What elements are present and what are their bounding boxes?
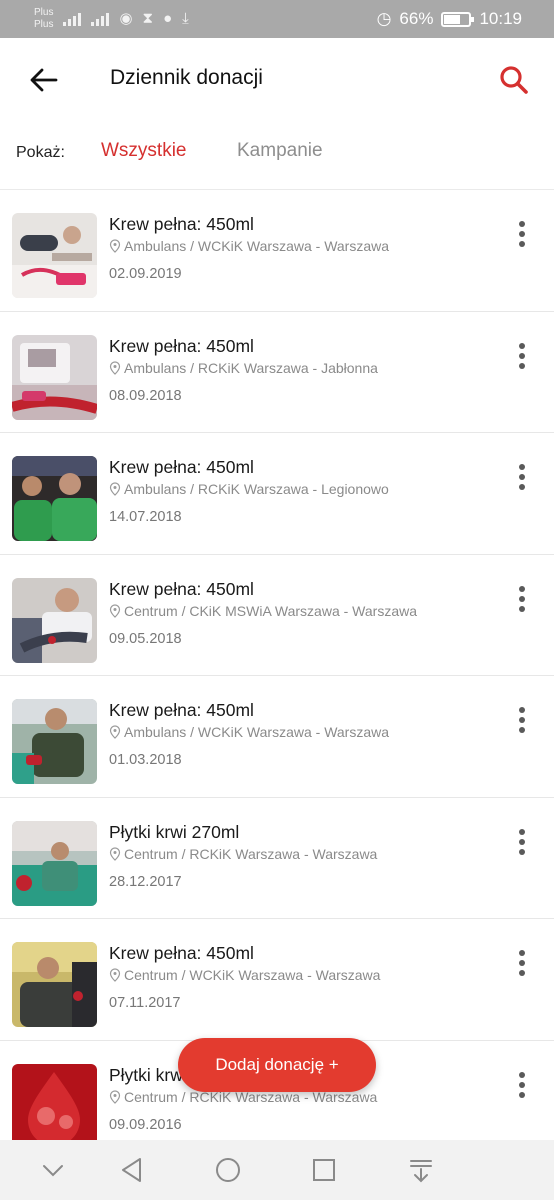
- list-item[interactable]: Krew pełna: 450ml Ambulans / RCKiK Warsz…: [0, 312, 554, 433]
- carrier-2: Plus: [34, 19, 54, 30]
- location-pin-icon: [109, 239, 121, 253]
- more-options-icon[interactable]: [512, 1070, 532, 1100]
- alarm-icon: ◷: [376, 9, 392, 28]
- donation-photo: [12, 820, 97, 906]
- donation-location: Centrum / WCKiK Warszawa - Warszawa: [109, 967, 380, 983]
- donation-location: Ambulans / WCKiK Warszawa - Warszawa: [109, 724, 389, 740]
- location-pin-icon: [109, 846, 121, 861]
- more-options-icon[interactable]: [512, 219, 532, 249]
- donation-photo: [12, 1063, 97, 1140]
- donation-date: 07.11.2017: [109, 995, 181, 1011]
- location-pin-icon: [109, 968, 121, 982]
- carrier-1: Plus: [34, 7, 54, 18]
- battery-percent: 66%: [399, 9, 434, 28]
- location-pin-icon: [109, 603, 121, 618]
- clock: 10:19: [479, 9, 522, 28]
- carrier-labels: Plus Plus: [34, 7, 53, 31]
- battery-icon: [441, 11, 475, 27]
- list-item[interactable]: Płytki krwi 270ml Centrum / RCKiK Warsza…: [0, 798, 554, 919]
- more-options-icon[interactable]: [512, 705, 532, 735]
- donation-photo: [12, 699, 97, 784]
- list-item[interactable]: Krew pełna: 450ml Ambulans / RCKiK Warsz…: [0, 433, 554, 555]
- donation-photo: [12, 577, 97, 663]
- more-options-icon[interactable]: [512, 584, 532, 614]
- donation-list: Krew pełna: 450ml Ambulans / WCKiK Warsz…: [0, 190, 554, 1140]
- recents-square-icon[interactable]: [308, 1154, 340, 1186]
- donation-date: 02.09.2019: [109, 266, 182, 282]
- location-text: Ambulans / RCKiK Warszawa - Legionowo: [124, 481, 389, 497]
- back-triangle-icon[interactable]: [116, 1154, 148, 1186]
- more-options-icon[interactable]: [512, 462, 532, 492]
- donation-date: 14.07.2018: [109, 509, 182, 525]
- donation-photo: [12, 213, 97, 298]
- arrow-left-icon[interactable]: [26, 62, 62, 98]
- location-pin-icon: [109, 482, 121, 496]
- list-item[interactable]: Krew pełna: 450ml Ambulans / WCKiK Warsz…: [0, 190, 554, 312]
- location-pin-icon: [109, 1089, 121, 1104]
- donation-type: Krew pełna: 450ml: [109, 943, 254, 963]
- donation-type: Krew pełna: 450ml: [109, 457, 254, 477]
- home-circle-icon[interactable]: [212, 1154, 244, 1186]
- more-options-icon[interactable]: [512, 827, 532, 857]
- messenger-icon: ●: [163, 10, 173, 27]
- location-text: Centrum / RCKiK Warszawa - Warszawa: [124, 845, 378, 862]
- search-icon[interactable]: [496, 62, 532, 98]
- donation-type: Krew pełna: 450ml: [109, 700, 254, 720]
- app-bar: Dziennik donacji: [0, 38, 554, 122]
- hourglass-icon: ⧗: [142, 10, 154, 27]
- location-text: Centrum / CKiK MSWiA Warszawa - Warszawa: [124, 602, 418, 619]
- donation-date: 09.09.2016: [109, 1116, 182, 1133]
- tab-all[interactable]: Wszystkie: [101, 140, 187, 162]
- donation-photo: [12, 456, 97, 541]
- page-title: Dziennik donacji: [110, 66, 263, 89]
- tab-campaigns[interactable]: Kampanie: [237, 140, 323, 162]
- more-options-icon[interactable]: [512, 341, 532, 371]
- donation-type: Krew pełna: 450ml: [109, 578, 254, 599]
- status-bar: Plus Plus ◉ ⧗ ● ⤓ ◷ 66% 10:19: [0, 0, 554, 38]
- location-text: Ambulans / WCKiK Warszawa - Warszawa: [124, 238, 390, 254]
- donation-location: Ambulans / RCKiK Warszawa - Jabłonna: [109, 360, 378, 376]
- location-pin-icon: [109, 360, 121, 375]
- donation-type: Płytki krwi 270ml: [109, 821, 240, 842]
- download-icon: ⤓: [182, 10, 189, 27]
- filter-bar: Pokaż: Wszystkie Kampanie: [0, 122, 554, 190]
- location-text: Ambulans / RCKiK Warszawa - Jabłonna: [124, 359, 378, 376]
- donation-date: 28.12.2017: [109, 873, 182, 890]
- donation-location: Ambulans / RCKiK Warszawa - Legionowo: [109, 481, 389, 497]
- add-donation-button[interactable]: Dodaj donację +: [178, 1038, 376, 1092]
- more-options-icon[interactable]: [512, 948, 532, 978]
- donation-photo: [12, 942, 97, 1027]
- system-nav-bar: [0, 1140, 554, 1200]
- donation-type: Krew pełna: 450ml: [109, 335, 254, 356]
- donation-location: Ambulans / WCKiK Warszawa - Warszawa: [109, 238, 389, 254]
- donation-location: Centrum / RCKiK Warszawa - Warszawa: [109, 846, 377, 862]
- filter-label: Pokaż:: [16, 144, 65, 161]
- list-item[interactable]: Krew pełna: 450ml Ambulans / WCKiK Warsz…: [0, 676, 554, 798]
- location-pin-icon: [109, 725, 121, 739]
- status-right: ◷ 66% 10:19: [377, 0, 522, 38]
- donation-location: Centrum / CKiK MSWiA Warszawa - Warszawa: [109, 603, 417, 619]
- location-text: Ambulans / WCKiK Warszawa - Warszawa: [124, 724, 390, 740]
- donation-type: Krew pełna: 450ml: [109, 214, 254, 234]
- status-left: Plus Plus ◉ ⧗ ● ⤓: [34, 4, 189, 34]
- signal-icon: [63, 12, 82, 26]
- donation-photo: [12, 334, 97, 420]
- donation-date: 01.03.2018: [109, 752, 182, 768]
- list-item[interactable]: Krew pełna: 450ml Centrum / WCKiK Warsza…: [0, 919, 554, 1041]
- signal-2-icon: [91, 12, 110, 26]
- notification-pull-icon[interactable]: [405, 1154, 437, 1186]
- hotspot-icon: ◉: [119, 10, 133, 27]
- donation-date: 09.05.2018: [109, 630, 182, 647]
- chevron-down-icon[interactable]: [37, 1154, 69, 1186]
- location-text: Centrum / WCKiK Warszawa - Warszawa: [124, 967, 381, 983]
- list-item[interactable]: Krew pełna: 450ml Centrum / CKiK MSWiA W…: [0, 555, 554, 676]
- donation-date: 08.09.2018: [109, 387, 182, 404]
